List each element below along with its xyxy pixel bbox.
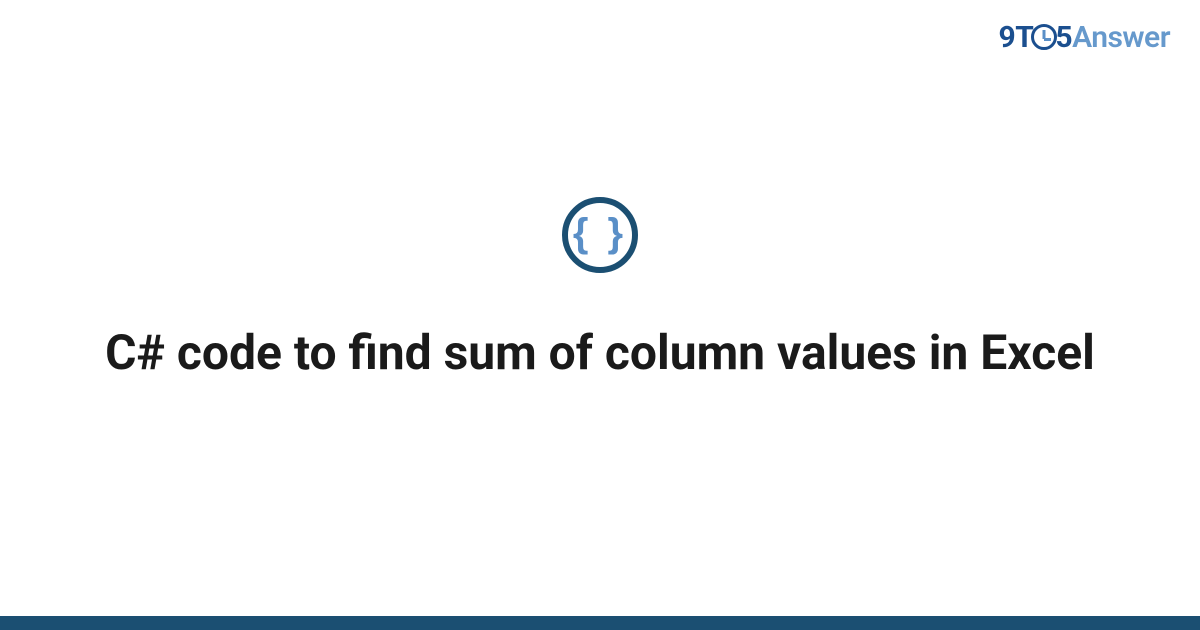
clock-icon: [1031, 24, 1057, 50]
footer-accent-bar: [0, 616, 1200, 630]
site-logo: 9T 5Answer: [999, 20, 1170, 55]
code-braces-icon: { }: [573, 213, 627, 253]
category-icon-circle: { }: [562, 197, 638, 273]
main-content: { } C# code to find sum of column values…: [0, 197, 1200, 383]
logo-text-answer: Answer: [1072, 20, 1170, 55]
page-title: C# code to find sum of column values in …: [0, 323, 1200, 383]
logo-text-5: 5: [1055, 20, 1072, 55]
logo-text-9t: 9T: [999, 20, 1034, 55]
